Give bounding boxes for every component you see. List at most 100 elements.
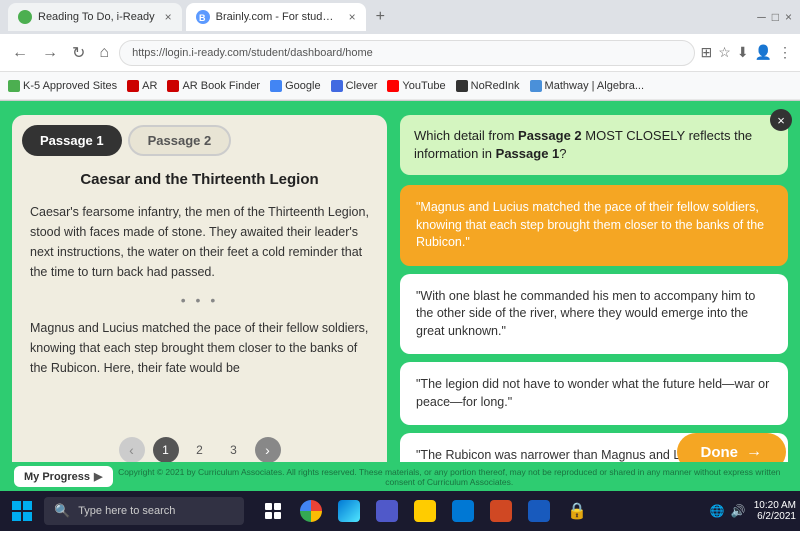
tab-close-1[interactable]: × (165, 10, 172, 24)
page-next-button[interactable]: › (255, 437, 281, 463)
taskbar-store-icon[interactable] (446, 494, 480, 528)
bookmark-k5-label: K-5 Approved Sites (23, 80, 117, 92)
passage-tab-2[interactable]: Passage 2 (128, 125, 232, 156)
taskbar-task-view[interactable] (256, 494, 290, 528)
page-prev-button[interactable]: ‹ (119, 437, 145, 463)
taskbar-app-icons: 🔒 (256, 494, 594, 528)
tab-favicon-1 (18, 10, 32, 24)
passage-separator: • • • (30, 292, 369, 308)
back-button[interactable]: ← (8, 42, 32, 64)
date-display: 6/2/2021 (754, 511, 796, 522)
bookmark-arbook[interactable]: AR Book Finder (167, 80, 260, 92)
forward-button[interactable]: → (38, 42, 62, 64)
taskbar-explorer-icon[interactable] (408, 494, 442, 528)
taskbar-teams-icon[interactable] (370, 494, 404, 528)
answer-option-1-text: "Magnus and Lucius matched the pace of t… (416, 200, 764, 249)
time-display: 10:20 AM (754, 500, 796, 511)
maximize-button[interactable]: □ (772, 10, 779, 24)
passage-tabs: Passage 1 Passage 2 (12, 115, 387, 156)
taskbar-chrome-icon[interactable] (294, 494, 328, 528)
page-3-button[interactable]: 3 (221, 437, 247, 463)
bookmark-google-icon (270, 80, 282, 92)
search-icon: 🔍 (54, 503, 70, 519)
browser-chrome: Reading To Do, i-Ready × B Brainly.com -… (0, 0, 800, 101)
word-icon (528, 500, 550, 522)
bookmark-google-label: Google (285, 80, 320, 92)
close-window-button[interactable]: × (785, 10, 792, 24)
start-button[interactable] (4, 493, 40, 529)
network-icon[interactable]: 🌐 (710, 504, 725, 518)
bookmark-mathway[interactable]: Mathway | Algebra... (530, 80, 644, 92)
windows-logo-icon (12, 501, 32, 521)
reload-button[interactable]: ↻ (68, 41, 89, 65)
my-progress-button[interactable]: My Progress ▶ (14, 466, 113, 487)
explorer-icon (414, 500, 436, 522)
bookmark-noredink[interactable]: NoRedInk (456, 80, 520, 92)
tab-close-2[interactable]: × (349, 10, 356, 24)
done-label: Done (701, 444, 739, 461)
address-bar[interactable]: https://login.i-ready.com/student/dashbo… (119, 40, 694, 66)
passage-title: Caesar and the Thirteenth Legion (30, 170, 369, 190)
download-icon[interactable]: ⬇ (737, 44, 749, 61)
bookmark-clever[interactable]: Clever (331, 80, 378, 92)
extensions-icon[interactable]: ⊞ (701, 44, 713, 61)
taskbar-powerpoint-icon[interactable] (484, 494, 518, 528)
bookmark-mathway-icon (530, 80, 542, 92)
answer-option-3-text: "The legion did not have to wonder what … (416, 377, 769, 409)
page-2-button[interactable]: 2 (187, 437, 213, 463)
bookmark-noredink-label: NoRedInk (471, 80, 520, 92)
bookmark-mathway-label: Mathway | Algebra... (545, 80, 644, 92)
profile-icon[interactable]: 👤 (755, 44, 772, 61)
my-progress-arrow-icon: ▶ (94, 470, 102, 483)
home-button[interactable]: ⌂ (95, 42, 113, 64)
new-tab-button[interactable]: + (370, 8, 391, 26)
bookmark-youtube-label: YouTube (402, 80, 445, 92)
answer-option-3[interactable]: "The legion did not have to wonder what … (400, 362, 788, 425)
page-1-button[interactable]: 1 (153, 437, 179, 463)
bookmark-google[interactable]: Google (270, 80, 320, 92)
menu-icon[interactable]: ⋮ (778, 44, 792, 61)
store-icon (452, 500, 474, 522)
minimize-button[interactable]: ─ (757, 10, 766, 24)
bookmark-k5[interactable]: K-5 Approved Sites (8, 80, 117, 92)
powerpoint-icon (490, 500, 512, 522)
bookmark-icon[interactable]: ☆ (718, 44, 731, 61)
passage-tab-1[interactable]: Passage 1 (22, 125, 122, 156)
app-container: × Passage 1 Passage 2 Caesar and the Thi… (0, 101, 800, 491)
bookmark-youtube[interactable]: YouTube (387, 80, 445, 92)
taskbar: 🔍 Type here to search 🔒 (0, 491, 800, 531)
svg-text:B: B (199, 13, 206, 23)
my-progress-label: My Progress (24, 471, 90, 483)
answer-option-2-text: "With one blast he commanded his men to … (416, 289, 755, 338)
taskbar-lock-icon[interactable]: 🔒 (560, 494, 594, 528)
passage-content: Caesar and the Thirteenth Legion Caesar'… (12, 156, 387, 429)
tab-reading[interactable]: Reading To Do, i-Ready × (8, 3, 182, 31)
bookmark-clever-icon (331, 80, 343, 92)
bookmark-ar-label: AR (142, 80, 157, 92)
bookmark-noredink-icon (456, 80, 468, 92)
answer-option-2[interactable]: "With one blast he commanded his men to … (400, 274, 788, 355)
bookmark-arbook-label: AR Book Finder (182, 80, 260, 92)
close-button[interactable]: × (770, 109, 792, 131)
answer-option-1[interactable]: "Magnus and Lucius matched the pace of t… (400, 185, 788, 266)
question-box: Which detail from Passage 2 MOST CLOSELY… (400, 115, 788, 175)
tab-title-2: Brainly.com - For students, By st... (216, 11, 339, 23)
taskbar-edge-icon[interactable] (332, 494, 366, 528)
bookmark-ar[interactable]: AR (127, 80, 157, 92)
taskbar-word-icon[interactable] (522, 494, 556, 528)
volume-icon[interactable]: 🔊 (731, 504, 746, 518)
passage-panel: Passage 1 Passage 2 Caesar and the Thirt… (12, 115, 387, 477)
taskbar-search-box[interactable]: 🔍 Type here to search (44, 497, 244, 525)
tab-title-1: Reading To Do, i-Ready (38, 11, 155, 23)
nav-bar: ← → ↻ ⌂ https://login.i-ready.com/studen… (0, 34, 800, 72)
app-footer: My Progress ▶ Copyright © 2021 by Curric… (0, 462, 800, 491)
bookmark-youtube-icon (387, 80, 399, 92)
passage-paragraph-1: Caesar's fearsome infantry, the men of t… (30, 202, 369, 282)
teams-icon (376, 500, 398, 522)
tab-brainly[interactable]: B Brainly.com - For students, By st... × (186, 3, 366, 31)
bookmark-ar-icon (127, 80, 139, 92)
lock-icon: 🔒 (567, 501, 587, 521)
bookmarks-bar: K-5 Approved Sites AR AR Book Finder Goo… (0, 72, 800, 100)
question-bold-1: Passage 2 (518, 128, 582, 143)
taskbar-right: 🌐 🔊 10:20 AM 6/2/2021 (710, 500, 796, 522)
